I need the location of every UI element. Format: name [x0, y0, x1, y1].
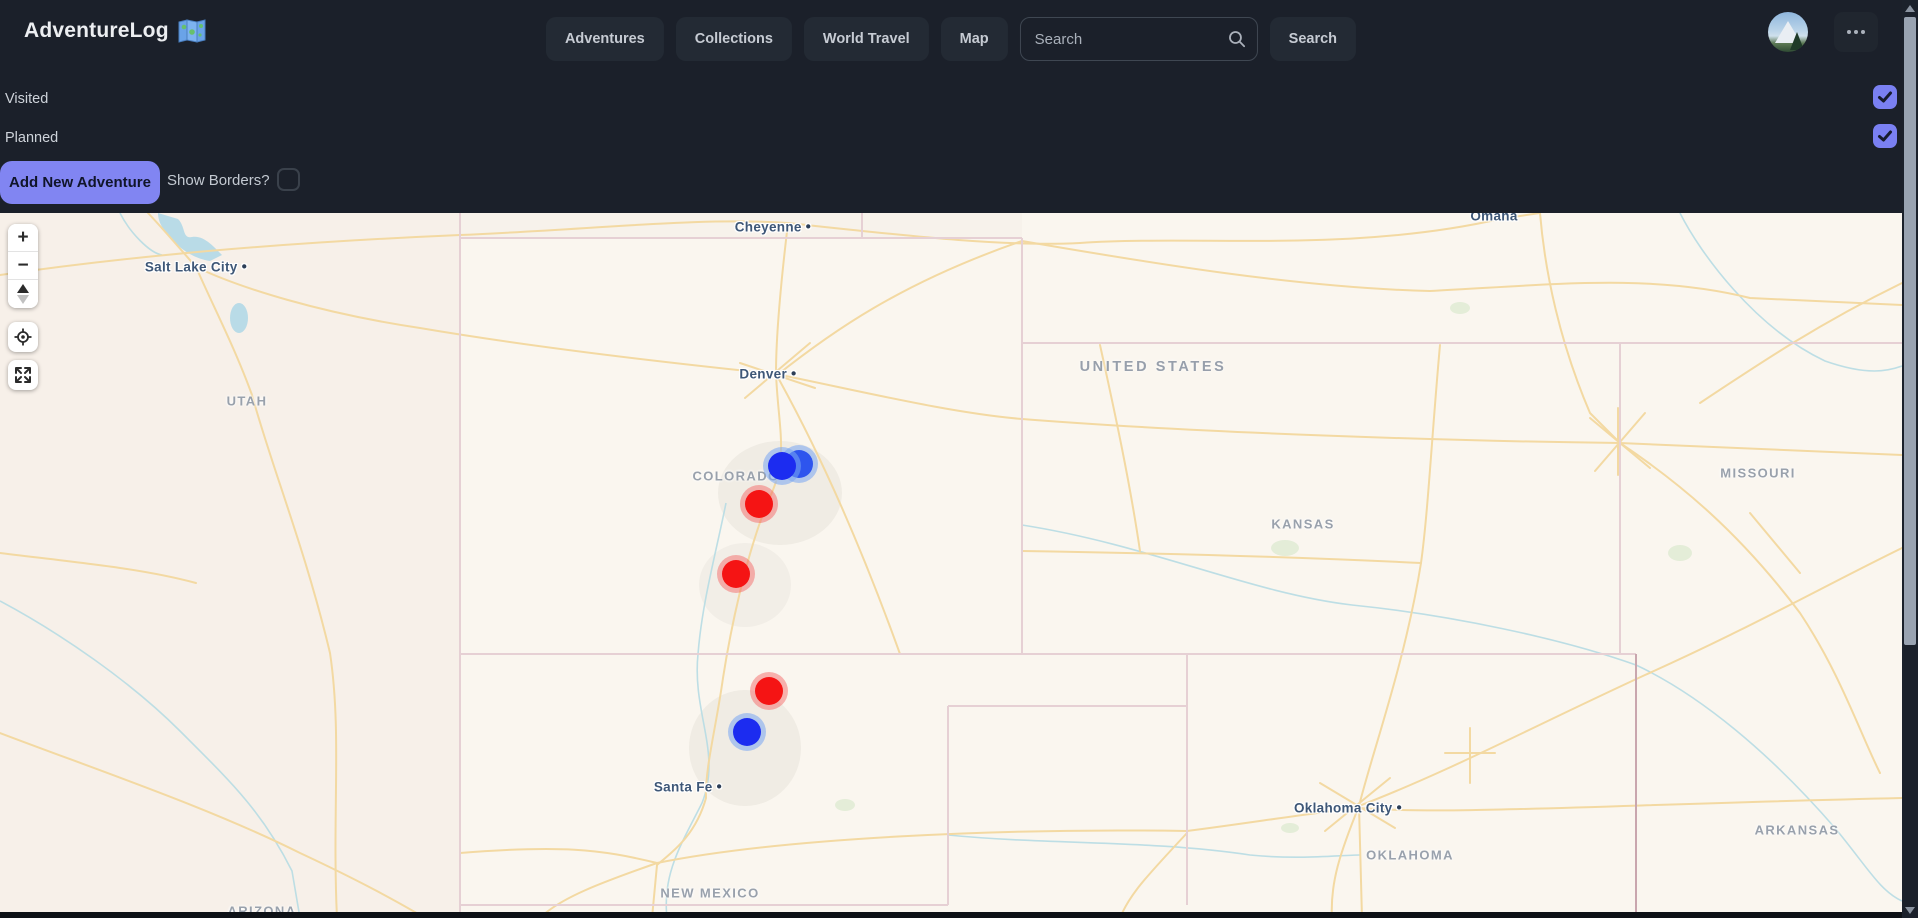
checkmark-icon [1877, 128, 1893, 144]
footer-strip [0, 912, 1902, 918]
compass-south-icon [17, 295, 29, 304]
app-logo[interactable]: AdventureLog [24, 19, 206, 43]
header-area: AdventureLog Adventures Collections Worl… [0, 0, 1902, 213]
user-avatar[interactable] [1768, 12, 1808, 52]
scrollbar-down-arrow-icon[interactable] [1905, 907, 1915, 914]
world-map-icon [178, 19, 206, 43]
planned-marker-core [733, 718, 761, 746]
page-scrollbar[interactable] [1902, 0, 1918, 918]
scrollbar-up-arrow-icon[interactable] [1905, 5, 1915, 12]
scrollbar-thumb[interactable] [1904, 17, 1916, 645]
search-field-wrap [1020, 17, 1258, 61]
overflow-menu-button[interactable] [1834, 12, 1878, 52]
show-borders-label: Show Borders? [167, 172, 270, 189]
visited-filter-label: Visited [5, 91, 48, 107]
visited-marker-core [745, 490, 773, 518]
visited-checkbox[interactable] [1873, 85, 1897, 109]
fullscreen-button[interactable] [8, 360, 38, 390]
nav-center-group: Adventures Collections World Travel Map … [546, 17, 1356, 61]
navbar: AdventureLog Adventures Collections Worl… [0, 0, 1902, 78]
nav-collections-button[interactable]: Collections [676, 17, 792, 61]
zoom-in-button[interactable]: + [8, 224, 38, 252]
search-button[interactable]: Search [1270, 17, 1356, 61]
compass-north-icon [17, 284, 29, 293]
planned-marker-core [768, 452, 796, 480]
planned-checkbox[interactable] [1873, 124, 1897, 148]
visited-adventure-marker[interactable] [750, 672, 788, 710]
planned-filter-label: Planned [5, 130, 58, 146]
zoom-out-button[interactable]: − [8, 252, 38, 280]
map-canvas[interactable]: UNITED STATESUTAHCOLORADOKANSASMISSOURIN… [0, 213, 1902, 912]
ellipsis-icon [1847, 30, 1851, 34]
visited-marker-core [755, 677, 783, 705]
geolocate-button[interactable] [8, 322, 38, 352]
visited-adventure-marker[interactable] [740, 485, 778, 523]
magnifier-icon [1228, 30, 1246, 48]
adventurelog-page: AdventureLog Adventures Collections Worl… [0, 0, 1918, 918]
add-new-adventure-button[interactable]: Add New Adventure [0, 161, 160, 204]
visited-marker-core [722, 560, 750, 588]
app-title: AdventureLog [24, 19, 169, 43]
zoom-control-group: + − [8, 224, 38, 308]
nav-map-button[interactable]: Map [941, 17, 1008, 61]
checkmark-icon [1877, 89, 1893, 105]
planned-adventure-marker[interactable] [728, 713, 766, 751]
compass-button[interactable] [8, 280, 38, 308]
map-base-layer [0, 213, 1902, 912]
planned-adventure-marker[interactable] [763, 447, 801, 485]
show-borders-checkbox[interactable] [277, 168, 300, 191]
nav-adventures-button[interactable]: Adventures [546, 17, 664, 61]
nav-right-group [1768, 12, 1878, 52]
crosshair-locate-icon [14, 328, 32, 346]
vegetation-patches [835, 302, 1692, 833]
search-input[interactable] [1020, 17, 1258, 61]
nav-world-travel-button[interactable]: World Travel [804, 17, 929, 61]
visited-adventure-marker[interactable] [717, 555, 755, 593]
fullscreen-expand-icon [14, 366, 32, 384]
state-borders-layer [460, 213, 1902, 912]
